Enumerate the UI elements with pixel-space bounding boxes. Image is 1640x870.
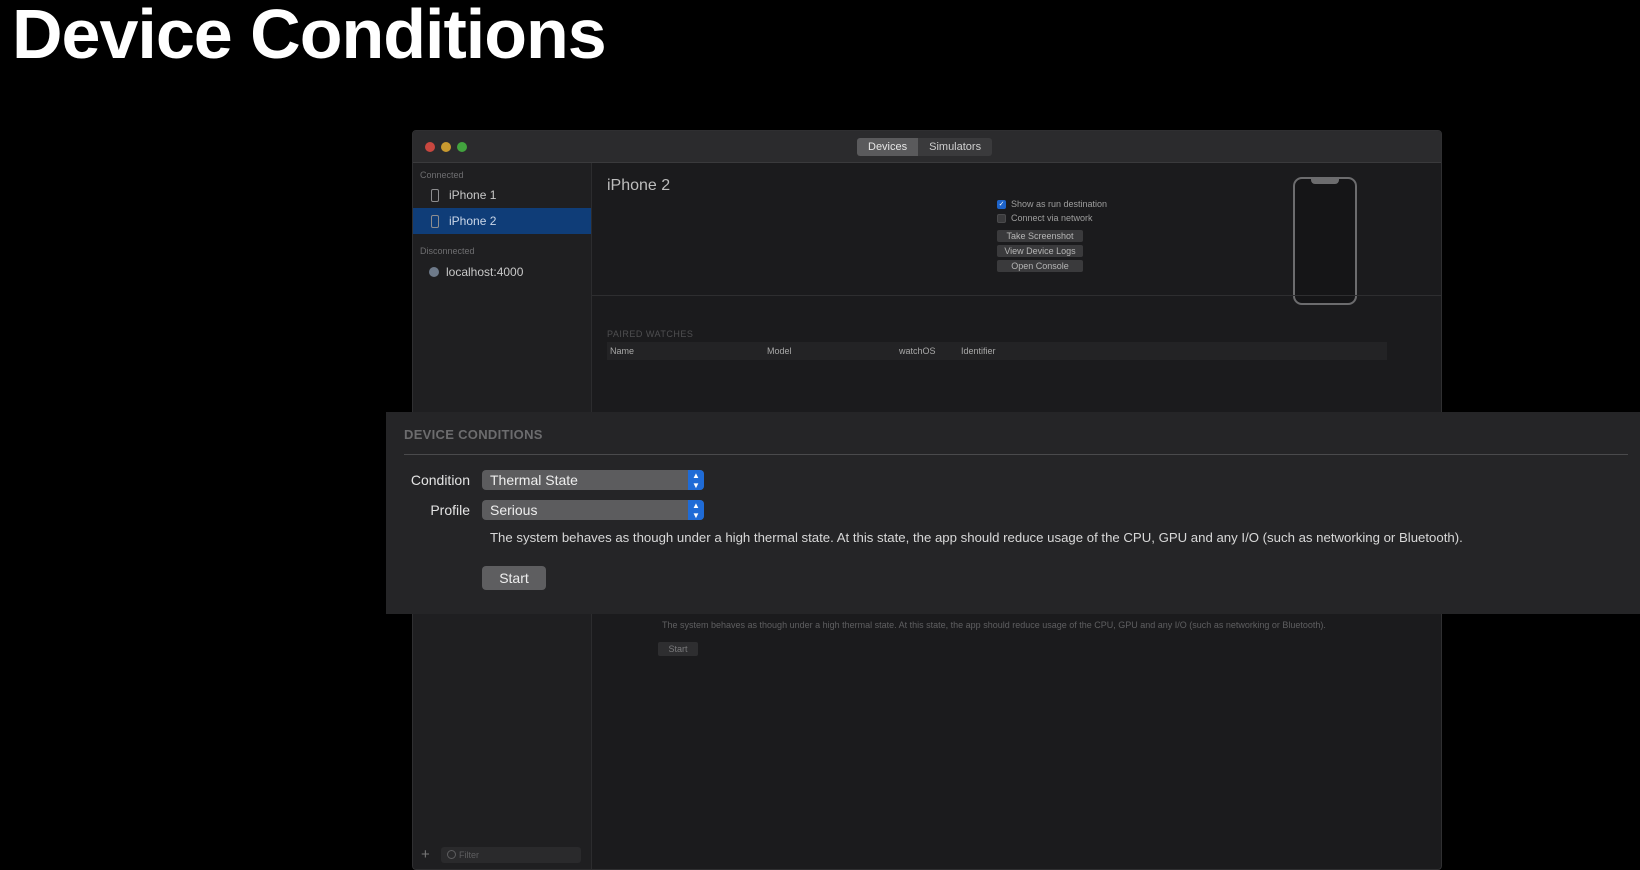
popup-stepper-icon: ▲ ▼ bbox=[688, 500, 704, 520]
connected-section-label: Connected bbox=[420, 170, 464, 180]
open-console-button[interactable]: Open Console bbox=[997, 260, 1083, 272]
network-globe-icon bbox=[429, 267, 439, 277]
device-title: iPhone 2 bbox=[607, 177, 671, 194]
start-button[interactable]: Start bbox=[482, 566, 546, 590]
iphone-icon bbox=[431, 214, 439, 228]
profile-label: Profile bbox=[430, 502, 470, 518]
paired-watches-table-header: Name Model watchOS Identifier bbox=[607, 342, 1387, 360]
checkbox-label: Show as run destination bbox=[1011, 199, 1108, 209]
add-device-icon[interactable]: + bbox=[421, 846, 430, 863]
divider bbox=[592, 295, 1441, 296]
filter-icon bbox=[447, 850, 456, 859]
profile-description: The system behaves as though under a hig… bbox=[490, 530, 1463, 545]
condition-label: Condition bbox=[410, 472, 470, 488]
checkbox-unchecked-icon bbox=[997, 213, 1006, 223]
slide-title: Device Conditions bbox=[12, 0, 607, 73]
paired-watches-label: PAIRED WATCHES bbox=[607, 329, 694, 339]
view-device-logs-button[interactable]: View Device Logs bbox=[997, 245, 1083, 257]
take-screenshot-button[interactable]: Take Screenshot bbox=[997, 230, 1083, 242]
filter-input[interactable]: Filter bbox=[441, 847, 581, 863]
background-start-button[interactable]: Start bbox=[658, 642, 698, 656]
sidebar-footer: + Filter bbox=[413, 843, 591, 869]
sidebar-item-label: localhost:4000 bbox=[446, 265, 524, 279]
column-header-name[interactable]: Name bbox=[610, 346, 634, 356]
profile-select[interactable]: Serious ▲ ▼ bbox=[482, 500, 704, 520]
checkbox-checked-icon: ✓ bbox=[997, 199, 1006, 209]
sidebar-item-iphone-1[interactable]: iPhone 1 bbox=[413, 182, 591, 208]
column-header-identifier[interactable]: Identifier bbox=[961, 346, 996, 356]
profile-value: Serious bbox=[490, 502, 538, 518]
window-titlebar: Devices Simulators bbox=[413, 131, 1441, 163]
sidebar-item-localhost[interactable]: localhost:4000 bbox=[413, 259, 591, 285]
sidebar-item-label: iPhone 1 bbox=[449, 188, 497, 202]
devices-simulators-segmented-control: Devices Simulators bbox=[857, 138, 993, 156]
sidebar-item-label: iPhone 2 bbox=[449, 214, 497, 228]
zoom-window-button[interactable] bbox=[457, 142, 467, 152]
column-header-model[interactable]: Model bbox=[767, 346, 792, 356]
column-header-watchos[interactable]: watchOS bbox=[899, 346, 936, 356]
iphone-icon bbox=[431, 188, 439, 202]
disconnected-section-label: Disconnected bbox=[420, 246, 475, 256]
connect-via-network-checkbox[interactable]: Connect via network bbox=[997, 213, 1093, 223]
minimize-window-button[interactable] bbox=[441, 142, 451, 152]
device-conditions-panel: DEVICE CONDITIONS Condition Thermal Stat… bbox=[386, 412, 1640, 614]
popup-stepper-icon: ▲ ▼ bbox=[688, 470, 704, 490]
condition-value: Thermal State bbox=[490, 472, 578, 488]
device-conditions-header: DEVICE CONDITIONS bbox=[404, 427, 543, 442]
background-condition-description: The system behaves as though under a hig… bbox=[662, 620, 1326, 630]
tab-simulators[interactable]: Simulators bbox=[918, 138, 993, 156]
tab-devices[interactable]: Devices bbox=[857, 138, 919, 156]
iphone-device-image bbox=[1293, 177, 1357, 305]
condition-select[interactable]: Thermal State ▲ ▼ bbox=[482, 470, 704, 490]
divider bbox=[404, 454, 1628, 455]
filter-placeholder: Filter bbox=[459, 850, 479, 860]
sidebar-item-iphone-2[interactable]: iPhone 2 bbox=[413, 208, 591, 234]
show-as-run-destination-checkbox[interactable]: ✓ Show as run destination bbox=[997, 199, 1107, 209]
close-window-button[interactable] bbox=[425, 142, 435, 152]
checkbox-label: Connect via network bbox=[1011, 213, 1093, 223]
